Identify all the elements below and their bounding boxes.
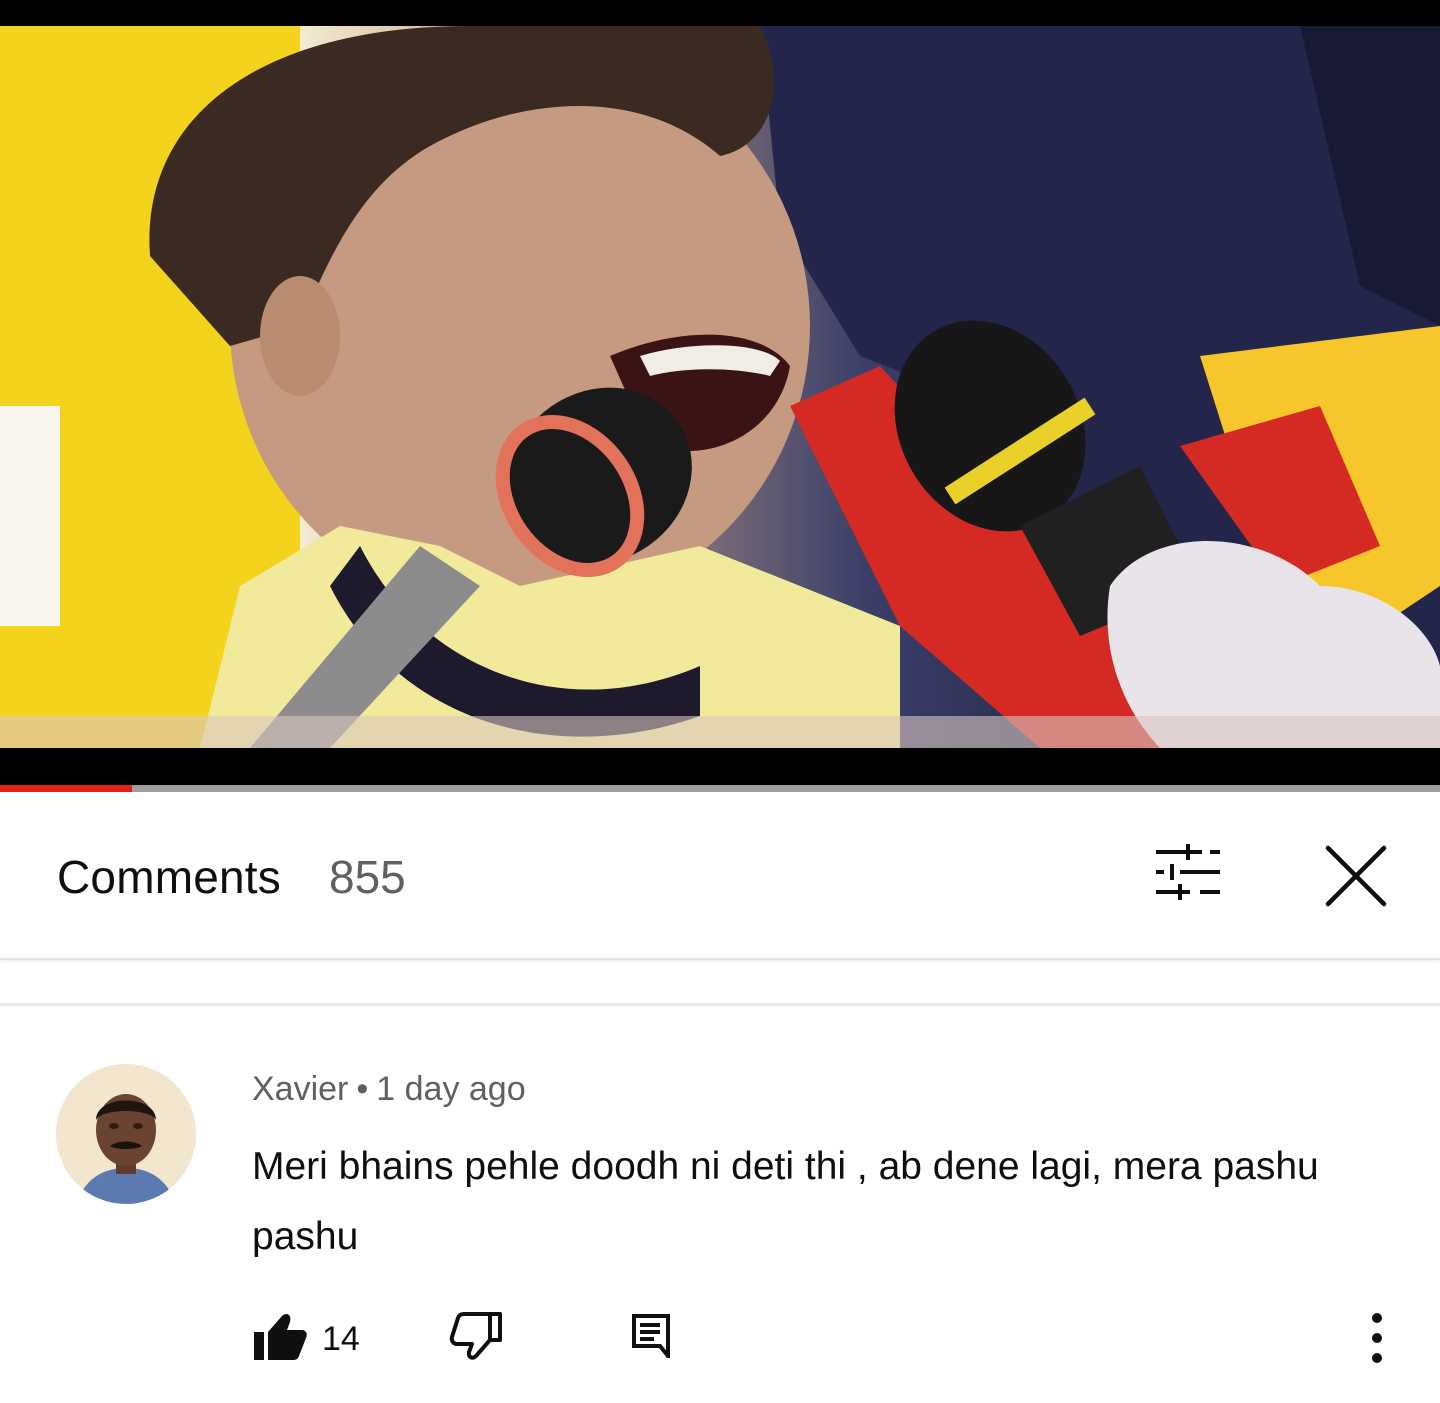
- progress-bar-fill: [0, 785, 133, 792]
- comment-item: Xavier • 1 day ago Meri bhains pehle doodh…: [0, 1006, 1440, 1403]
- reply-icon: [632, 1314, 670, 1362]
- comment-meta: Xavier • 1 day ago: [252, 1070, 526, 1109]
- avatar-image: [56, 1064, 196, 1204]
- meta-separator: •: [356, 1070, 369, 1108]
- like-count: 14: [322, 1320, 360, 1358]
- video-frame[interactable]: [0, 26, 1440, 748]
- comment-text: Meri bhains pehle doodh ni deti thi , ab…: [252, 1145, 1319, 1258]
- more-options-button[interactable]: [1362, 1310, 1392, 1366]
- comments-header: Comments 855: [0, 792, 1440, 960]
- comments-title: Comments: [57, 851, 281, 903]
- comment-actions: 14: [0, 1306, 1440, 1376]
- comment-time: 1 day ago: [376, 1070, 526, 1108]
- like-button[interactable]: [252, 1312, 308, 1362]
- dislike-button[interactable]: [448, 1310, 504, 1362]
- reply-button[interactable]: [630, 1312, 672, 1362]
- comments-count: 855: [329, 851, 406, 903]
- progress-bar[interactable]: [0, 785, 1440, 792]
- close-icon: [1325, 845, 1387, 907]
- video-thumbnail-image: [0, 26, 1440, 748]
- sort-filter-icon: [1156, 844, 1220, 900]
- close-comments-button[interactable]: [1320, 840, 1392, 912]
- comment-author[interactable]: Xavier: [252, 1070, 348, 1108]
- avatar[interactable]: [56, 1064, 196, 1204]
- thumbs-up-icon: [254, 1314, 307, 1360]
- more-vert-icon: [1372, 1313, 1382, 1363]
- video-player[interactable]: [0, 0, 1440, 792]
- thumbs-down-icon: [449, 1312, 502, 1360]
- sort-filter-button[interactable]: [1150, 842, 1226, 906]
